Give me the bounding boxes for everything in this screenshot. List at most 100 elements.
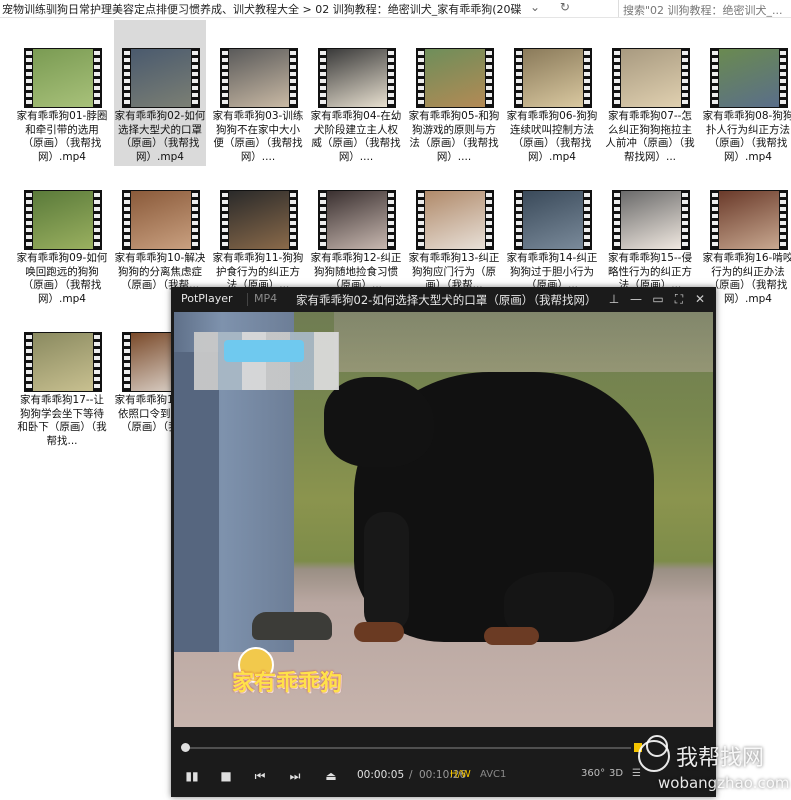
seek-bar[interactable] xyxy=(181,743,631,752)
dog-leg xyxy=(364,512,409,632)
film-strip-icon xyxy=(26,193,32,247)
video-thumbnail xyxy=(514,190,592,250)
file-name: 家有乖乖狗07--怎么纠正狗狗拖拉主人前冲（原画）（我帮找网）... xyxy=(605,110,695,163)
film-strip-icon xyxy=(192,51,198,105)
film-strip-icon xyxy=(222,193,228,247)
search-input[interactable]: 搜索"02 训狗教程：绝密训犬_... xyxy=(618,0,791,17)
time-current: 00:00:05 xyxy=(357,769,405,781)
dog-paw xyxy=(354,622,404,642)
thumbnail-image xyxy=(33,49,93,107)
file-item[interactable]: 家有乖乖狗09-如何唤回跑远的狗狗（原画）（我帮找网）.mp4 xyxy=(16,162,108,308)
film-strip-icon xyxy=(584,193,590,247)
film-strip-icon xyxy=(124,335,130,389)
stop-button[interactable]: ■ xyxy=(215,767,237,785)
watermark-cn: 我帮找网 xyxy=(676,746,765,771)
dog-head xyxy=(324,377,434,467)
file-item[interactable]: 家有乖乖狗02-如何选择大型犬的口罩（原画）（我帮找网）.mp4 xyxy=(114,20,206,166)
film-strip-icon xyxy=(94,51,100,105)
pause-button[interactable]: ▮▮ xyxy=(181,767,203,785)
film-strip-icon xyxy=(516,193,522,247)
watermark-circle-icon xyxy=(638,740,670,772)
thumbnail-image xyxy=(33,333,93,391)
watermark-en: wobangzhao.com xyxy=(658,774,790,792)
file-name: 家有乖乖狗04-在幼犬阶段建立主人权威（原画）（我帮找网）.... xyxy=(310,110,402,163)
video-thumbnail xyxy=(318,48,396,108)
thumbnail-image xyxy=(719,49,779,107)
player-logo[interactable]: PotPlayer xyxy=(181,292,233,305)
film-strip-icon xyxy=(320,51,326,105)
dog-hind-paw xyxy=(484,627,539,645)
previous-button[interactable]: ⏮ xyxy=(249,767,271,785)
screen: { "explorer": { "title_path": "宠物训练驯狗日常护… xyxy=(0,0,791,800)
fullscreen-button[interactable]: ⛶ xyxy=(671,291,687,307)
site-watermark: 我帮找网 wobangzhao.com xyxy=(628,740,791,798)
file-item[interactable]: 家有乖乖狗05-和狗狗游戏的原则与方法（原画）（我帮找网）.... xyxy=(408,20,500,166)
file-name: 家有乖乖狗02-如何选择大型犬的口罩（原画）（我帮找网）.mp4 xyxy=(114,110,206,163)
thumbnail-image xyxy=(621,191,681,249)
folder-path: 宠物训练驯狗日常护理美容定点排便习惯养成、训犬教程大全 > 02 训狗教程：绝密… xyxy=(2,3,522,16)
film-strip-icon xyxy=(192,193,198,247)
file-item[interactable]: 家有乖乖狗04-在幼犬阶段建立主人权威（原画）（我帮找网）.... xyxy=(310,20,402,166)
film-strip-icon xyxy=(780,51,786,105)
video-thumbnail xyxy=(24,190,102,250)
file-item[interactable]: 家有乖乖狗08-狗狗扑人行为纠正方法（原画）（我帮找网）.mp4 xyxy=(702,20,791,166)
maximize-button[interactable]: ▭ xyxy=(650,291,666,307)
file-name: 家有乖乖狗17--让狗狗学会坐下等待和卧下（原画）（我帮找... xyxy=(17,394,107,447)
film-strip-icon xyxy=(26,51,32,105)
film-strip-icon xyxy=(222,51,228,105)
player-titlebar: PotPlayer MP4 家有乖乖狗02-如何选择大型犬的口罩（原画）（我帮找… xyxy=(171,287,716,312)
film-strip-icon xyxy=(712,51,718,105)
film-strip-icon xyxy=(780,193,786,247)
video-thumbnail xyxy=(612,190,690,250)
next-button[interactable]: ⏭ xyxy=(284,767,306,785)
film-strip-icon xyxy=(290,193,296,247)
thumbnail-image xyxy=(425,191,485,249)
file-item[interactable]: 家有乖乖狗06-狗狗连续吠叫控制方法（原画）（我帮找网）.mp4 xyxy=(506,20,598,166)
film-strip-icon xyxy=(486,51,492,105)
video-frame[interactable]: 家有乖乖狗 xyxy=(174,312,713,727)
video-thumbnail xyxy=(220,48,298,108)
video-thumbnail xyxy=(318,190,396,250)
film-strip-icon xyxy=(290,51,296,105)
video-thumbnail xyxy=(122,48,200,108)
file-name: 家有乖乖狗08-狗狗扑人行为纠正方法（原画）（我帮找网）.mp4 xyxy=(702,110,791,163)
thumbnail-image xyxy=(327,49,387,107)
film-strip-icon xyxy=(614,193,620,247)
film-strip-icon xyxy=(388,51,394,105)
seek-knob[interactable] xyxy=(181,743,191,752)
thumbnail-image xyxy=(621,49,681,107)
potplayer-window: PotPlayer MP4 家有乖乖狗02-如何选择大型犬的口罩（原画）（我帮找… xyxy=(171,287,716,797)
video-thumbnail xyxy=(416,48,494,108)
hw-decode-badge[interactable]: H/W xyxy=(450,769,471,780)
codec-badge[interactable]: AVC1 xyxy=(480,769,506,780)
pin-icon[interactable]: ⊥ xyxy=(606,291,622,307)
film-strip-icon xyxy=(682,51,688,105)
film-strip-icon xyxy=(486,193,492,247)
film-strip-icon xyxy=(320,193,326,247)
pixelated-blur-accent xyxy=(224,340,304,362)
video-thumbnail xyxy=(24,332,102,392)
thumbnail-image xyxy=(229,191,289,249)
3d-icon[interactable]: 3D xyxy=(609,768,623,779)
minimize-button[interactable]: — xyxy=(628,291,644,307)
film-strip-icon xyxy=(516,51,522,105)
nav-buttons[interactable]: ⌄ ↻ xyxy=(530,0,578,14)
film-strip-icon xyxy=(388,193,394,247)
eject-button[interactable]: ⏏ xyxy=(320,767,342,785)
file-name: 家有乖乖狗09-如何唤回跑远的狗狗（原画）（我帮找网）.mp4 xyxy=(16,252,108,305)
thumbnail-image xyxy=(523,49,583,107)
film-strip-icon xyxy=(94,335,100,389)
title-separator xyxy=(247,293,248,306)
close-button[interactable]: ✕ xyxy=(692,291,708,307)
thumbnail-image xyxy=(719,191,779,249)
film-strip-icon xyxy=(94,193,100,247)
file-item[interactable]: 家有乖乖狗01-脖圈和牵引带的选用（原画）（我帮找网）.mp4 xyxy=(16,20,108,166)
file-item[interactable]: 家有乖乖狗03-训练狗狗不在家中大小便（原画）（我帮找网）.... xyxy=(212,20,304,166)
file-item[interactable]: 家有乖乖狗17--让狗狗学会坐下等待和卧下（原画）（我帮找... xyxy=(16,304,108,450)
vr-360-icon[interactable]: 360° xyxy=(581,768,605,779)
file-name: 家有乖乖狗03-训练狗狗不在家中大小便（原画）（我帮找网）.... xyxy=(212,110,304,163)
video-thumbnail xyxy=(24,48,102,108)
film-strip-icon xyxy=(26,335,32,389)
file-item[interactable]: 家有乖乖狗07--怎么纠正狗狗拖拉主人前冲（原画）（我帮找网）... xyxy=(604,20,696,166)
film-strip-icon xyxy=(614,51,620,105)
